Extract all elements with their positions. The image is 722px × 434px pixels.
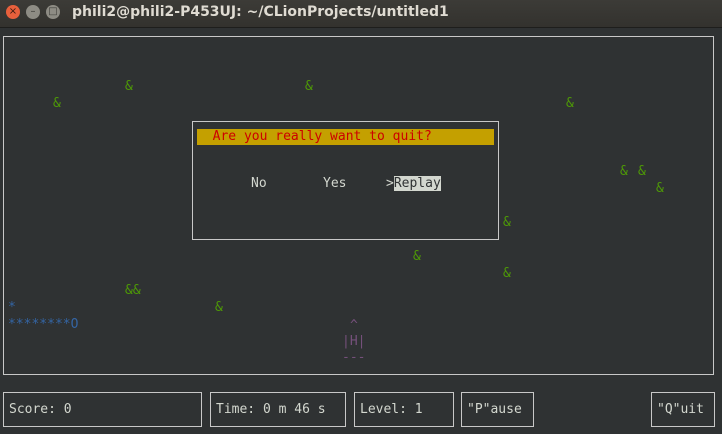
enemy-ampersand: & (503, 215, 511, 230)
enemy-ampersand: & (215, 300, 223, 315)
terminal-area[interactable]: & & & & & & & & & & && & * ********O ^ |… (0, 28, 722, 434)
score-box: Score: 0 (3, 392, 202, 427)
enemy-ampersand: & (53, 96, 61, 111)
ship-middle: |H| (342, 334, 366, 349)
snake-head: * (8, 300, 16, 315)
enemy-ampersand: & (305, 79, 313, 94)
yes-option[interactable]: Yes (323, 176, 346, 192)
enemy-ampersand: & (638, 164, 646, 179)
close-window-button[interactable]: × (6, 5, 20, 19)
quit-dialog: Are you really want to quit? No Yes >Rep… (192, 121, 499, 240)
ship-top: ^ (350, 318, 358, 333)
ship-bottom: --- (342, 350, 366, 365)
window-title: phili2@phili2-P453UJ: ~/CLionProjects/un… (72, 4, 449, 20)
time-box: Time: 0 m 46 s (210, 392, 346, 427)
enemy-pair: && (125, 283, 141, 298)
quit-box[interactable]: "Q"uit (651, 392, 715, 427)
window-titlebar: × – □ phili2@phili2-P453UJ: ~/CLionProje… (0, 0, 722, 28)
snake-body: ********O (8, 317, 79, 332)
enemy-ampersand: & (656, 181, 664, 196)
enemy-ampersand: & (125, 79, 133, 94)
enemy-ampersand: & (566, 96, 574, 111)
level-box: Level: 1 (354, 392, 454, 427)
maximize-window-button[interactable]: □ (46, 5, 60, 19)
replay-option[interactable]: >Replay (386, 176, 441, 192)
replay-label: Replay (393, 176, 441, 191)
pause-box[interactable]: "P"ause (461, 392, 534, 427)
enemy-ampersand: & (503, 266, 511, 281)
minimize-window-button[interactable]: – (26, 5, 40, 19)
quit-question: Are you really want to quit? (197, 129, 494, 145)
enemy-ampersand: & (620, 164, 628, 179)
selection-cursor: > (386, 176, 394, 191)
enemy-ampersand: & (413, 249, 421, 264)
no-option[interactable]: No (251, 176, 267, 192)
